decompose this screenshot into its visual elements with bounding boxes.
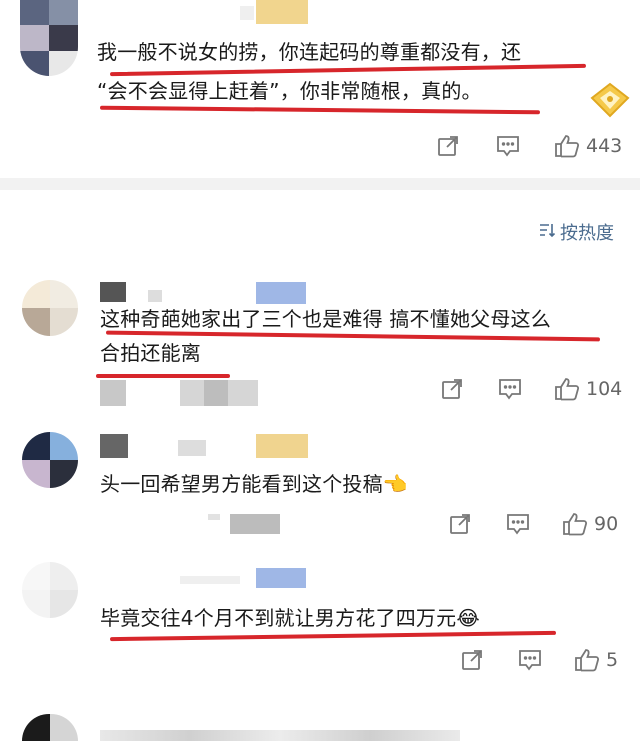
reply-icon[interactable] [518,648,542,672]
like-count: 104 [586,378,623,400]
like-count: 90 [594,513,619,535]
thumbs-up-icon [563,513,588,536]
like-button[interactable]: 90 [562,512,618,536]
thumbs-up-icon [555,378,580,401]
username-blur [240,6,254,20]
highlight-underline [96,374,230,378]
reply-icon[interactable] [496,134,520,158]
thumbs-up-icon [575,649,600,672]
avatar[interactable] [22,562,78,618]
meta-blur [230,514,280,534]
thumbs-up-icon [555,135,580,158]
share-icon[interactable] [436,134,460,158]
like-count: 443 [586,135,623,157]
like-button[interactable]: 104 [554,377,622,401]
comment-text-line: “会不会显得上赶着”，你非常随根，真的。 [97,79,482,103]
section-divider [0,178,640,190]
sort-button[interactable]: 按热度 [538,219,614,245]
like-button[interactable]: 5 [574,648,618,672]
username-blur[interactable] [100,282,126,302]
comment-actions: 5 [460,648,618,672]
like-button[interactable]: 443 [554,134,622,158]
comment-text-line: 头一回希望男方能看到这个投稿👈 [100,472,408,496]
share-icon[interactable] [448,512,472,536]
share-icon[interactable] [460,648,484,672]
meta-blur [100,380,126,406]
avatar[interactable] [20,0,78,76]
avatar[interactable] [22,714,78,741]
username-blur [178,440,206,456]
comment-actions: 90 [448,512,618,536]
username-blur [180,576,240,584]
username-blur[interactable] [256,0,308,24]
meta-blur [100,730,460,741]
avatar[interactable] [22,432,78,488]
username-blur[interactable] [100,434,128,458]
username-blur[interactable] [256,568,306,588]
reply-icon[interactable] [506,512,530,536]
badge-icon [590,82,630,118]
like-count: 5 [606,649,619,671]
username-blur [256,434,308,458]
comment-actions: 104 [440,377,622,401]
meta-blur [204,380,228,406]
meta-blur [208,514,220,520]
comment-actions: 443 [436,134,622,158]
share-icon[interactable] [440,377,464,401]
sort-icon [538,221,556,244]
sort-label: 按热度 [560,223,614,244]
reply-icon[interactable] [498,377,522,401]
comment-text-line: 合拍还能离 [100,341,201,365]
avatar[interactable] [22,280,78,336]
comment-text-line: 毕竟交往4个月不到就让男方花了四万元😂 [100,606,480,630]
